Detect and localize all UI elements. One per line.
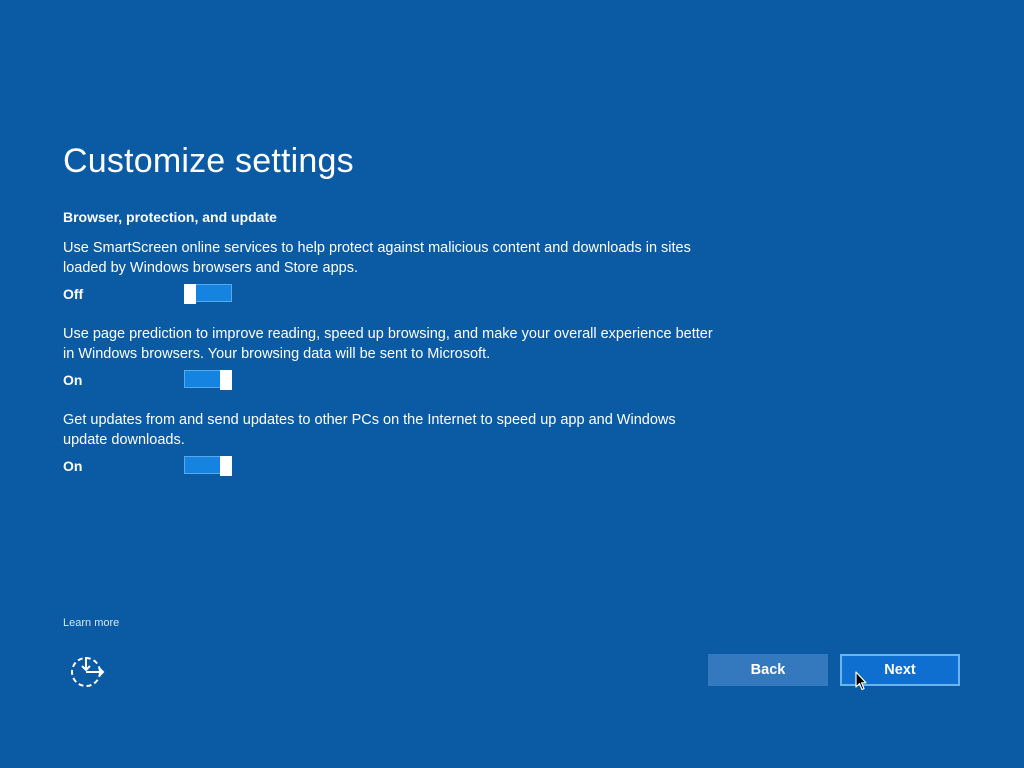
oobe-screen: Customize settings Browser, protection, …	[0, 0, 1024, 768]
toggle-state-label: On	[63, 372, 83, 388]
toggle-row: On	[63, 370, 723, 390]
learn-more-link[interactable]: Learn more	[63, 615, 119, 631]
back-button[interactable]: Back	[708, 654, 828, 686]
smartscreen-toggle[interactable]	[184, 284, 232, 304]
toggle-row: Off	[63, 284, 723, 304]
setting-smartscreen: Use SmartScreen online services to help …	[63, 238, 723, 304]
toggle-state-label: On	[63, 458, 83, 474]
setting-description: Use page prediction to improve reading, …	[63, 326, 713, 362]
page-prediction-toggle[interactable]	[184, 370, 232, 390]
page-title: Customize settings	[63, 142, 354, 180]
setting-description: Use SmartScreen online services to help …	[63, 240, 691, 276]
section-heading: Browser, protection, and update	[63, 209, 277, 225]
update-delivery-toggle[interactable]	[184, 456, 232, 476]
toggle-thumb	[220, 370, 232, 390]
ease-of-access-icon[interactable]	[70, 655, 106, 687]
toggle-thumb	[220, 456, 232, 476]
setting-update-delivery: Get updates from and send updates to oth…	[63, 410, 723, 476]
setting-description: Get updates from and send updates to oth…	[63, 412, 676, 448]
ease-of-access-glyph	[71, 657, 105, 687]
mouse-cursor-icon	[855, 671, 867, 691]
toggle-row: On	[63, 456, 723, 476]
toggle-thumb	[184, 284, 196, 304]
setting-page-prediction: Use page prediction to improve reading, …	[63, 324, 723, 390]
toggle-state-label: Off	[63, 286, 84, 302]
